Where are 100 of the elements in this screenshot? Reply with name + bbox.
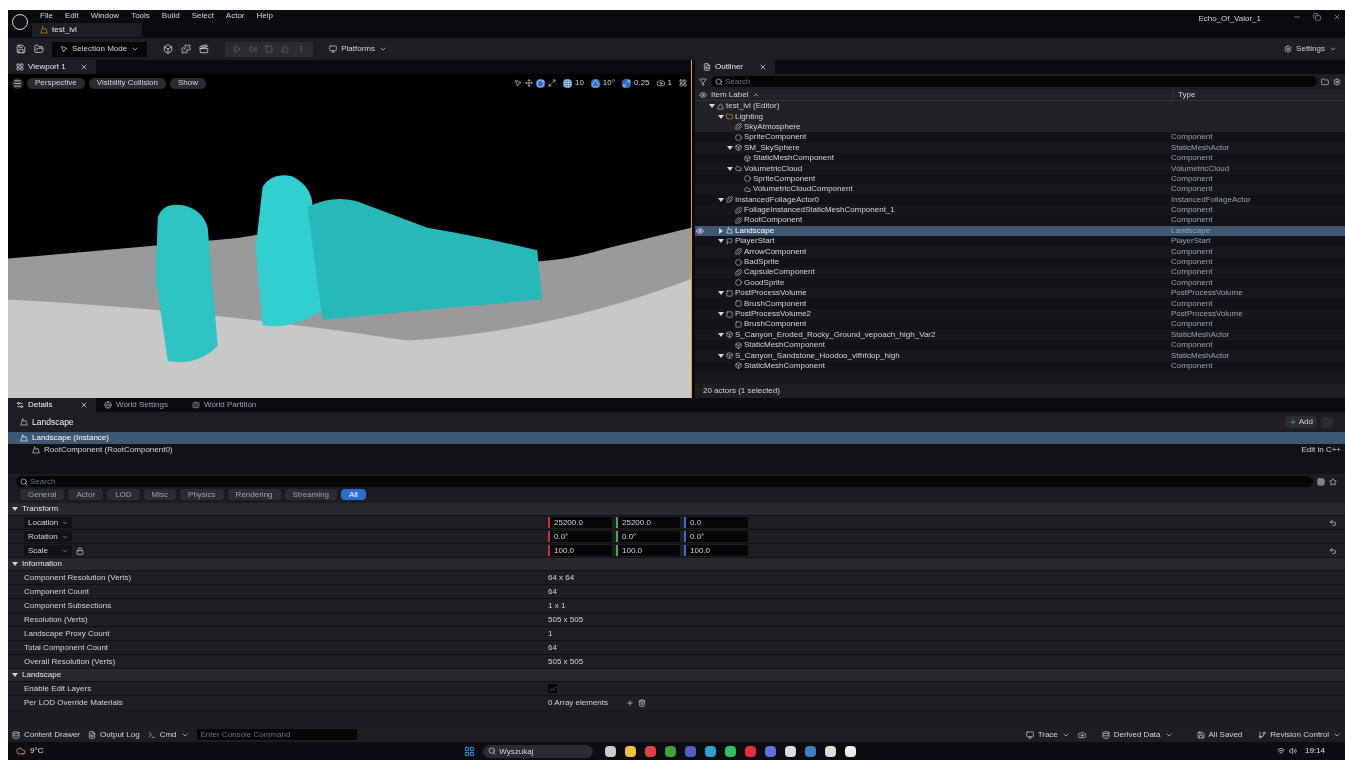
outliner-row[interactable]: GoodSprite Component — [695, 277, 1345, 289]
taskbar-app-icon[interactable] — [825, 745, 837, 757]
close-icon[interactable] — [1333, 13, 1341, 21]
menu-item[interactable]: Select — [191, 10, 214, 22]
outliner-row[interactable]: StaticMeshComponent Component — [695, 360, 1345, 372]
vector-field[interactable]: 0.0° — [684, 531, 748, 542]
menu-icon[interactable] — [12, 77, 23, 89]
details-tab[interactable]: Details — [8, 398, 96, 412]
details-tab[interactable]: World Partition — [184, 398, 272, 412]
outliner-row[interactable]: StaticMeshComponent Component — [695, 340, 1345, 351]
details-tab[interactable]: World Settings — [96, 398, 184, 412]
add-button[interactable]: Add — [1284, 416, 1317, 428]
column-header[interactable]: Type — [1173, 88, 1196, 101]
filter-chip[interactable]: Actor — [68, 489, 104, 500]
vector-field[interactable]: 100.0 — [616, 545, 680, 556]
perspective-button[interactable]: Perspective — [27, 77, 85, 89]
menu-item[interactable]: Edit — [64, 10, 79, 22]
save-status-button[interactable]: All Saved — [1196, 728, 1243, 741]
section-header[interactable]: Landscape — [22, 669, 62, 681]
taskbar-app-icon[interactable] — [605, 745, 617, 757]
content-drawer-button[interactable]: Content Drawer — [12, 728, 81, 741]
caret-down-icon[interactable] — [718, 352, 724, 359]
vector-field[interactable]: 0.0° — [548, 531, 612, 542]
star-icon[interactable] — [1329, 477, 1337, 486]
menu-item[interactable]: Help — [256, 10, 273, 22]
caret-down-icon[interactable] — [718, 331, 724, 338]
outliner-row[interactable]: StaticMeshComponent Component — [695, 152, 1345, 164]
caret-down-icon[interactable] — [709, 103, 715, 110]
vector-field[interactable]: 25200.0 — [616, 517, 680, 528]
vector-field[interactable]: 100.0 — [548, 545, 612, 556]
outliner-row[interactable]: SpriteComponent Component — [695, 173, 1345, 185]
outliner-row[interactable]: BadSprite Component — [695, 256, 1345, 268]
new-folder-icon[interactable] — [1321, 77, 1329, 86]
caret-down-icon[interactable] — [12, 672, 18, 678]
transform-dropdown[interactable]: Rotation — [24, 531, 72, 542]
show-button[interactable]: Show — [170, 77, 207, 89]
checkbox[interactable] — [548, 684, 557, 693]
trace-button[interactable]: Trace — [1025, 728, 1070, 741]
rotate-tool-icon[interactable] — [535, 78, 545, 88]
outliner-row[interactable]: Landscape Landscape — [695, 225, 1345, 237]
settings-button[interactable]: Settings — [1284, 43, 1337, 55]
plus-icon[interactable] — [626, 699, 634, 707]
transform-dropdown[interactable]: Location — [24, 517, 72, 528]
filter-chip[interactable]: Streaming — [284, 489, 337, 500]
level-tab[interactable]: test_lvl — [32, 23, 142, 37]
taskbar-app-icon[interactable] — [785, 745, 797, 757]
output-log-button[interactable]: Output Log — [88, 728, 140, 741]
caret-down-icon[interactable] — [718, 290, 724, 297]
selection-mode-button[interactable]: Selection Mode — [52, 41, 148, 57]
component-row[interactable]: Landscape (Instance) — [8, 432, 1345, 444]
scale-snap-icon[interactable] — [621, 78, 631, 88]
taskbar-app-icon[interactable] — [725, 745, 737, 757]
filter-chip[interactable]: LOD — [107, 489, 140, 500]
outliner-row[interactable]: PlayerStart PlayerStart — [695, 236, 1345, 247]
reset-icon[interactable] — [1329, 518, 1337, 527]
menu-item[interactable]: Actor — [225, 10, 245, 22]
outliner-row[interactable]: BrushComponent Component — [695, 298, 1345, 309]
grid-snap-icon[interactable] — [562, 78, 572, 88]
lock-icon[interactable] — [76, 546, 84, 555]
derived-data-button[interactable]: Derived Data — [1101, 728, 1173, 741]
console-input[interactable]: Enter Console Command — [196, 729, 357, 740]
details-search-field[interactable]: Search — [16, 476, 1313, 487]
clapperboard-icon[interactable] — [199, 44, 210, 54]
outliner-row[interactable]: SpriteComponent Component — [695, 132, 1345, 143]
taskbar-app-icon[interactable] — [625, 745, 637, 757]
revision-control-button[interactable]: Revision Control — [1258, 728, 1341, 741]
vector-field[interactable]: 100.0 — [684, 545, 748, 556]
weather-icon[interactable] — [16, 746, 26, 756]
caret-down-icon[interactable] — [727, 165, 733, 172]
caret-down-icon[interactable] — [12, 506, 18, 512]
scale-snap-value[interactable]: 0.25 — [633, 77, 650, 89]
visibility-icon[interactable] — [696, 226, 704, 235]
vector-field[interactable]: 0.0° — [616, 531, 680, 542]
menu-item[interactable]: Window — [90, 10, 120, 22]
filter-chip[interactable]: General — [20, 489, 65, 500]
outliner-row[interactable]: test_lvl (Editor) — [695, 101, 1345, 112]
clock-time[interactable]: 19:14 — [1304, 745, 1325, 757]
filter-chip[interactable]: Physics — [180, 489, 224, 500]
menu-item[interactable]: Build — [161, 10, 180, 22]
platforms-button[interactable]: Platforms — [329, 43, 387, 55]
transform-dropdown[interactable]: Scale — [24, 545, 72, 556]
taskbar-app-icon[interactable] — [845, 745, 857, 757]
cmd-button[interactable]: Cmd — [147, 728, 189, 741]
caret-down-icon[interactable] — [718, 311, 724, 317]
outliner-row[interactable]: BrushComponent Component — [695, 319, 1345, 330]
caret-down-icon[interactable] — [12, 561, 18, 567]
reset-icon[interactable] — [1329, 546, 1337, 555]
layout-icon[interactable] — [679, 79, 687, 87]
filter-icon[interactable] — [699, 77, 707, 86]
weather-temperature[interactable]: 9°C — [30, 745, 44, 757]
outliner-row[interactable]: SkyAtmosphere — [695, 121, 1345, 133]
menu-item[interactable]: File — [40, 10, 53, 22]
outliner-tab[interactable]: Outliner — [695, 60, 775, 74]
move-tool-icon[interactable] — [524, 79, 533, 87]
outliner-row[interactable]: RootComponent Component — [695, 215, 1345, 226]
settings-icon[interactable] — [1333, 77, 1341, 86]
folder-icon[interactable] — [34, 44, 44, 54]
volume-icon[interactable] — [1288, 747, 1297, 755]
scale-tool-icon[interactable] — [547, 79, 556, 87]
column-header[interactable]: Item Label — [711, 88, 749, 101]
